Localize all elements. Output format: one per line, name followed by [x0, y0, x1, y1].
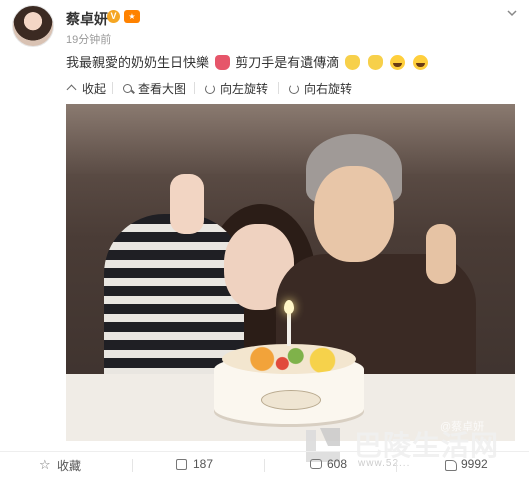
collapse-label: 收起 — [82, 82, 107, 96]
view-large-button[interactable]: 查看大图 — [122, 80, 186, 97]
toolbar-divider — [194, 82, 195, 94]
candle — [287, 310, 291, 346]
candle-flame — [284, 300, 294, 314]
rotate-left-label: 向左旋转 — [220, 82, 269, 96]
favorite-button[interactable]: 收藏 — [39, 457, 82, 474]
like-count: 9992 — [461, 457, 488, 471]
rotate-left-icon — [204, 83, 216, 95]
photo-peace-hand-right — [426, 224, 456, 284]
username[interactable]: 蔡卓妍 — [66, 9, 108, 29]
rotate-left-button[interactable]: 向左旋转 — [204, 80, 268, 97]
search-icon — [122, 83, 134, 95]
toolbar-divider — [112, 82, 113, 94]
peace-emoji — [367, 55, 383, 71]
peace-emoji — [344, 55, 360, 71]
post-header: 蔡卓妍 V ★ 19分钟前 — [0, 0, 529, 47]
laugh-emoji — [412, 55, 428, 71]
vip-icon[interactable]: ★ — [124, 10, 140, 23]
verified-icon: V — [107, 10, 120, 23]
view-large-label: 查看大图 — [138, 82, 187, 96]
photo-peace-hand-left — [170, 174, 204, 234]
chevron-down-icon[interactable] — [505, 6, 519, 20]
cake-emoji — [214, 55, 230, 71]
laugh-emoji — [390, 55, 406, 71]
media-toolbar: 收起 查看大图 向左旋转 向右旋转 — [66, 78, 516, 98]
rotate-right-label: 向右旋转 — [304, 82, 353, 96]
share-count: 187 — [193, 457, 214, 471]
post-text-tail: 剪刀手是有遺傳滴 — [235, 55, 340, 70]
photo-face-right — [314, 166, 394, 262]
star-icon — [39, 457, 52, 473]
comment-button[interactable]: 608 — [310, 457, 347, 471]
like-icon — [444, 458, 457, 471]
like-button[interactable]: 9992 — [444, 457, 488, 471]
post-text: 我最親愛的奶奶生日快樂 剪刀手是有遺傳滴 — [66, 52, 430, 71]
action-divider — [396, 459, 397, 472]
avatar[interactable] — [12, 5, 54, 47]
cake-plaque — [261, 390, 321, 410]
action-bar: 收藏 187 608 9992 — [0, 451, 529, 479]
photo-background — [66, 104, 515, 174]
post-timestamp[interactable]: 19分钟前 — [66, 31, 111, 47]
comment-icon — [310, 458, 322, 470]
comment-count: 608 — [327, 457, 348, 471]
cake-fruit-topping — [222, 344, 356, 374]
collapse-icon — [66, 83, 78, 95]
share-icon — [176, 458, 188, 470]
share-button[interactable]: 187 — [176, 457, 213, 471]
favorite-label: 收藏 — [57, 459, 82, 473]
rotate-right-icon — [288, 83, 300, 95]
post-photo[interactable] — [66, 104, 515, 441]
action-divider — [132, 459, 133, 472]
action-divider — [264, 459, 265, 472]
toolbar-divider — [278, 82, 279, 94]
post-text-main: 我最親愛的奶奶生日快樂 — [66, 55, 210, 70]
collapse-button[interactable]: 收起 — [66, 80, 106, 97]
rotate-right-button[interactable]: 向右旋转 — [288, 80, 352, 97]
